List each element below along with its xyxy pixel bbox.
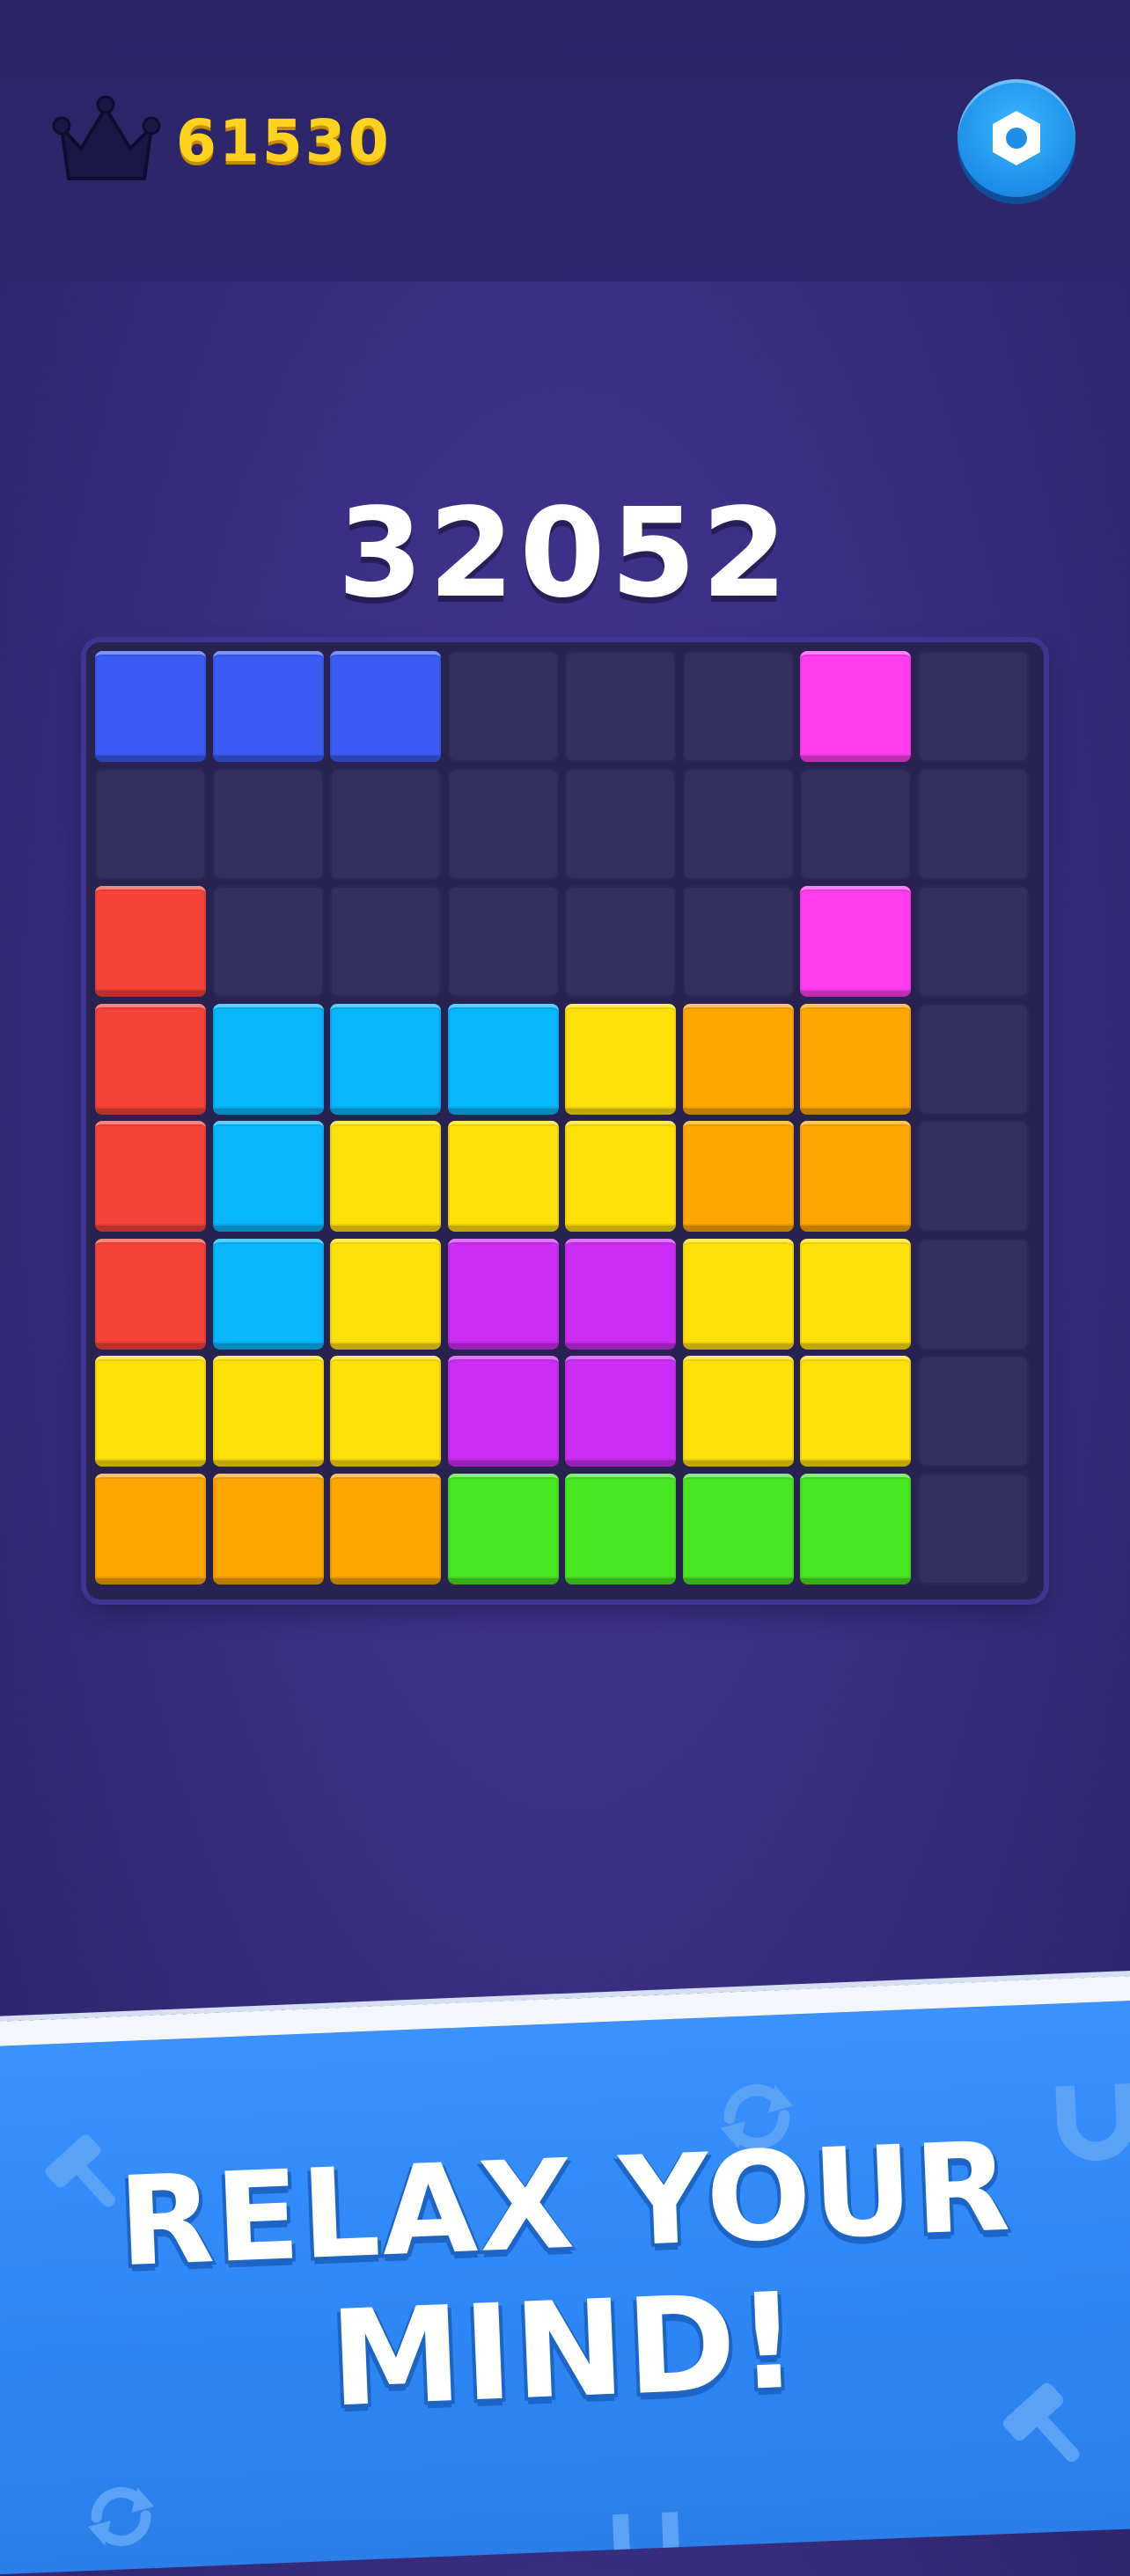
board-block[interactable]	[330, 1238, 441, 1350]
board-cell-empty[interactable]	[682, 768, 794, 880]
board-cell-empty[interactable]	[917, 886, 1029, 997]
best-score-value: 61530	[176, 106, 392, 175]
board-block[interactable]	[682, 1356, 794, 1467]
board-cell-empty[interactable]	[565, 886, 676, 997]
board-block[interactable]	[212, 1121, 324, 1232]
board-cell-empty[interactable]	[917, 1121, 1029, 1232]
board-block[interactable]	[330, 1003, 441, 1115]
board-block[interactable]	[95, 886, 206, 997]
board-block[interactable]	[95, 1003, 206, 1115]
board-block[interactable]	[682, 1121, 794, 1232]
board-block[interactable]	[212, 1238, 324, 1350]
board-cell-empty[interactable]	[917, 651, 1029, 762]
board-block[interactable]	[212, 1003, 324, 1115]
board-block[interactable]	[800, 1473, 911, 1584]
board-cell-empty[interactable]	[917, 768, 1029, 880]
board-block[interactable]	[800, 1238, 911, 1350]
board-block[interactable]	[565, 1473, 676, 1584]
magnet-icon	[613, 2512, 679, 2576]
board-cell-empty[interactable]	[917, 1003, 1029, 1115]
board-block[interactable]	[212, 1356, 324, 1467]
board-block[interactable]	[565, 1003, 676, 1115]
board-cell-empty[interactable]	[212, 768, 324, 880]
board-block[interactable]	[95, 651, 206, 762]
board-block[interactable]	[95, 1238, 206, 1350]
board-block[interactable]	[447, 1356, 559, 1467]
settings-button[interactable]	[958, 79, 1075, 197]
current-score: 32052	[337, 482, 793, 626]
board-block[interactable]	[330, 1356, 441, 1467]
board-block[interactable]	[682, 1473, 794, 1584]
board-block[interactable]	[682, 1238, 794, 1350]
board-block[interactable]	[800, 1121, 911, 1232]
board-block[interactable]	[95, 1356, 206, 1467]
board-cell-empty[interactable]	[447, 886, 559, 997]
board-cell-empty[interactable]	[917, 1473, 1029, 1584]
board-block[interactable]	[565, 1121, 676, 1232]
board-block[interactable]	[330, 651, 441, 762]
board-block[interactable]	[565, 1356, 676, 1467]
board-block[interactable]	[212, 651, 324, 762]
board-block[interactable]	[800, 886, 911, 997]
board-cell-empty[interactable]	[800, 768, 911, 880]
board-cell-empty[interactable]	[330, 768, 441, 880]
refresh-icon	[88, 2487, 155, 2547]
board-block[interactable]	[330, 1121, 441, 1232]
best-score-display: 61530	[49, 88, 392, 194]
board-cell-empty[interactable]	[212, 886, 324, 997]
crown-icon	[52, 95, 161, 180]
board-block[interactable]	[212, 1473, 324, 1584]
board-block[interactable]	[565, 1238, 676, 1350]
board-cell-empty[interactable]	[330, 886, 441, 997]
board-block[interactable]	[800, 651, 911, 762]
board-block[interactable]	[800, 1003, 911, 1115]
game-board[interactable]	[86, 642, 1044, 1599]
board-block[interactable]	[447, 1473, 559, 1584]
board-block[interactable]	[800, 1356, 911, 1467]
board-cell-empty[interactable]	[682, 886, 794, 997]
board-cell-empty[interactable]	[917, 1356, 1029, 1467]
board-block[interactable]	[95, 1121, 206, 1232]
board-cell-empty[interactable]	[447, 768, 559, 880]
board-cell-empty[interactable]	[917, 1238, 1029, 1350]
board-block[interactable]	[447, 1121, 559, 1232]
board-cell-empty[interactable]	[565, 651, 676, 762]
board-block[interactable]	[330, 1473, 441, 1584]
hex-nut-settings-icon	[993, 111, 1040, 165]
board-block[interactable]	[682, 1003, 794, 1115]
board-cell-empty[interactable]	[565, 768, 676, 880]
board-block[interactable]	[447, 1238, 559, 1350]
board-cell-empty[interactable]	[682, 651, 794, 762]
board-block[interactable]	[95, 1473, 206, 1584]
board-cell-empty[interactable]	[447, 651, 559, 762]
board-cell-empty[interactable]	[95, 768, 206, 880]
board-block[interactable]	[447, 1003, 559, 1115]
